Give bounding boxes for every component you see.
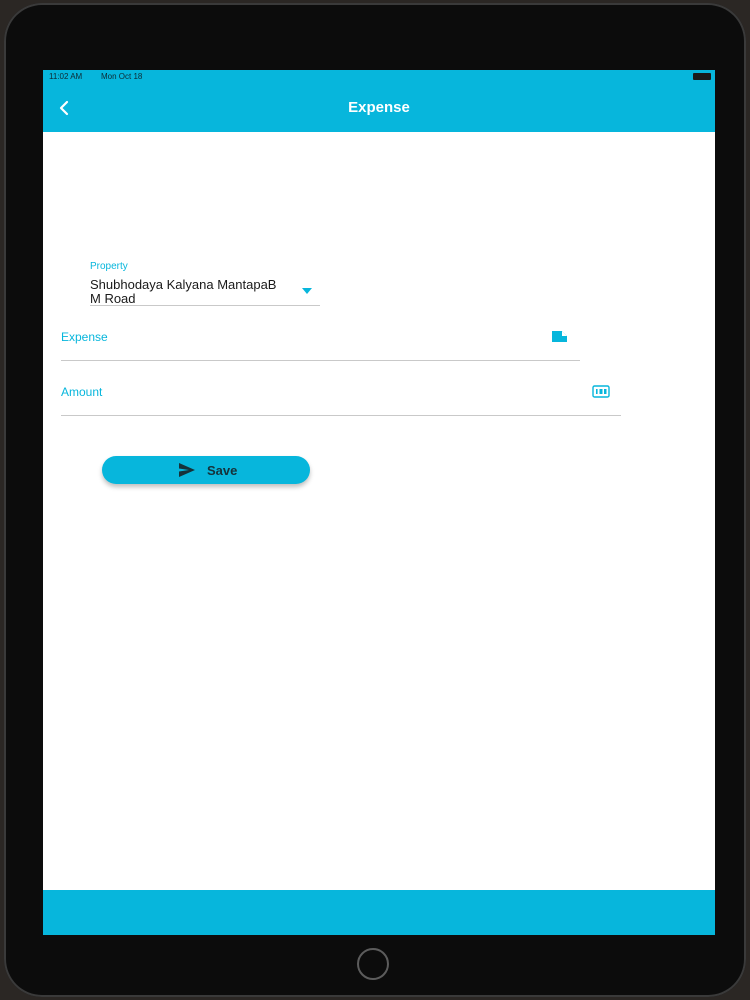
save-button[interactable]: Save — [102, 456, 310, 484]
status-bar: 11:02 AM Mon Oct 18 — [43, 70, 715, 84]
property-underline — [90, 305, 320, 306]
amount-input[interactable] — [61, 397, 565, 415]
property-label: Property — [90, 261, 128, 272]
status-date: Mon Oct 18 — [101, 72, 143, 81]
expense-input[interactable] — [61, 342, 535, 360]
note-icon — [552, 331, 567, 342]
property-select[interactable]: Shubhodaya Kalyana MantapaB M Road — [90, 278, 280, 305]
dropdown-arrow-icon[interactable] — [302, 288, 312, 294]
tablet-frame: 11:02 AM Mon Oct 18 Expense Property Shu… — [4, 3, 746, 997]
page-title: Expense — [348, 99, 410, 116]
app-bar: Expense — [43, 84, 715, 132]
expense-underline — [61, 360, 580, 361]
send-icon — [179, 463, 195, 477]
bottom-bar — [43, 890, 715, 935]
home-button[interactable] — [357, 948, 389, 980]
battery-icon — [693, 73, 711, 80]
status-time: 11:02 AM — [49, 72, 83, 81]
save-label: Save — [207, 463, 238, 478]
amount-underline — [61, 415, 621, 416]
app-screen: 11:02 AM Mon Oct 18 Expense Property Shu… — [43, 70, 715, 935]
numeric-keypad-icon — [592, 385, 610, 398]
